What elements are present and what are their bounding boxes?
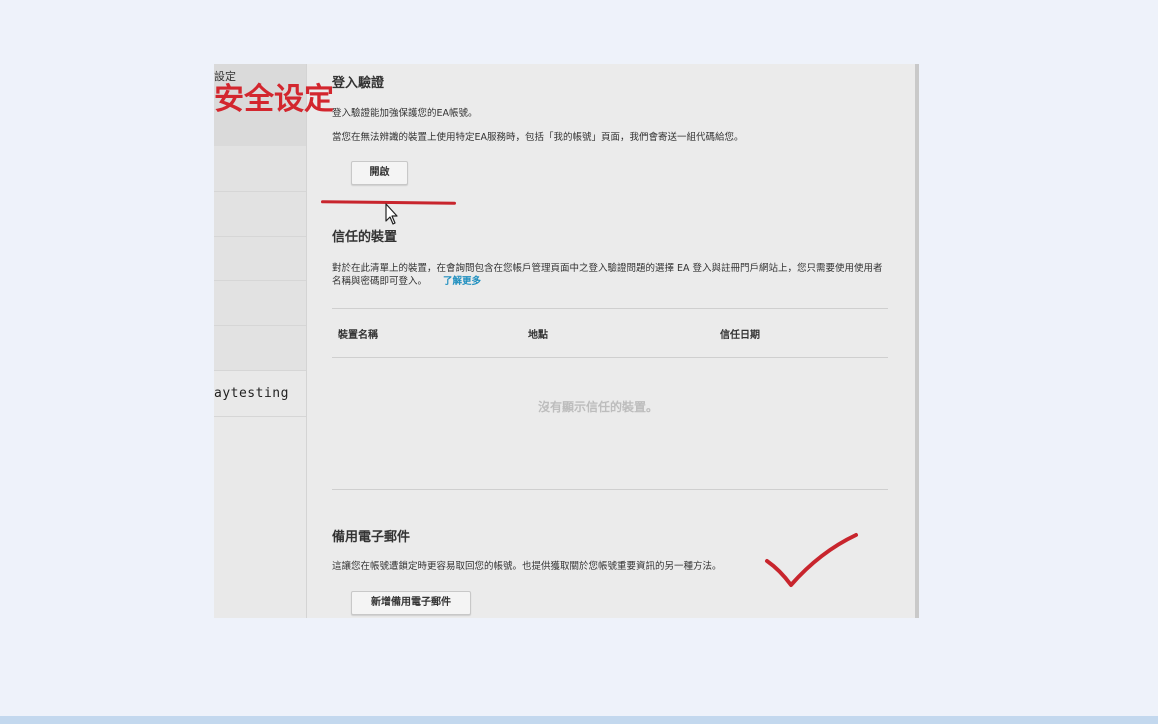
screenshot-frame: aytesting 設定 安全设定 登入驗證 登入驗證能加強保護您的EA帳號。 …: [214, 64, 919, 618]
bottom-bar: [0, 716, 1158, 724]
learn-more-link[interactable]: 了解更多: [443, 276, 481, 287]
trusted-devices-heading: 信任的裝置: [332, 230, 398, 245]
column-location: 地點: [528, 330, 548, 341]
column-trusted-date: 信任日期: [720, 330, 760, 341]
sidebar-item-3[interactable]: [214, 192, 306, 237]
sidebar-item-5[interactable]: [214, 281, 306, 326]
login-verification-heading: 登入驗證: [332, 76, 385, 91]
overlay-title: 安全设定: [214, 82, 334, 117]
enable-button[interactable]: 開啟: [351, 161, 408, 185]
checkmark-icon: [765, 533, 858, 587]
backup-email-desc: 這讓您在帳號遭鎖定時更容易取回您的帳號。也提供獲取關於您帳號重要資訊的另一種方法…: [332, 561, 722, 572]
mouse-cursor-icon: [385, 203, 398, 225]
sidebar-item-label: aytesting: [214, 386, 289, 401]
table-header-divider: [332, 357, 888, 358]
login-verification-desc: 登入驗證能加強保護您的EA帳號。: [332, 108, 478, 119]
scrollbar[interactable]: [915, 64, 919, 618]
sidebar-item-4[interactable]: [214, 237, 306, 281]
sidebar: aytesting 設定 安全设定: [214, 64, 334, 618]
empty-devices-text: 沒有顯示信任的裝置。: [538, 400, 659, 414]
table-top-divider: [332, 308, 888, 309]
trusted-devices-desc-text: 對於在此清單上的裝置，在會詢問包含在您帳戶管理頁面中之登入驗證問題的選擇 EA …: [332, 263, 883, 287]
column-device-name: 裝置名稱: [338, 330, 378, 341]
sidebar-item-2[interactable]: [214, 146, 306, 192]
sidebar-item-6[interactable]: [214, 326, 306, 371]
login-verification-desc-2: 當您在無法辨識的裝置上使用特定EA服務時，包括「我的帳號」頁面，我們會寄送一組代…: [332, 132, 744, 143]
trusted-devices-desc: 對於在此清單上的裝置，在會詢問包含在您帳戶管理頁面中之登入驗證問題的選擇 EA …: [332, 262, 888, 288]
backup-email-heading: 備用電子郵件: [332, 530, 411, 545]
add-backup-email-button[interactable]: 新增備用電子郵件: [351, 591, 471, 615]
table-bottom-divider: [332, 489, 888, 490]
